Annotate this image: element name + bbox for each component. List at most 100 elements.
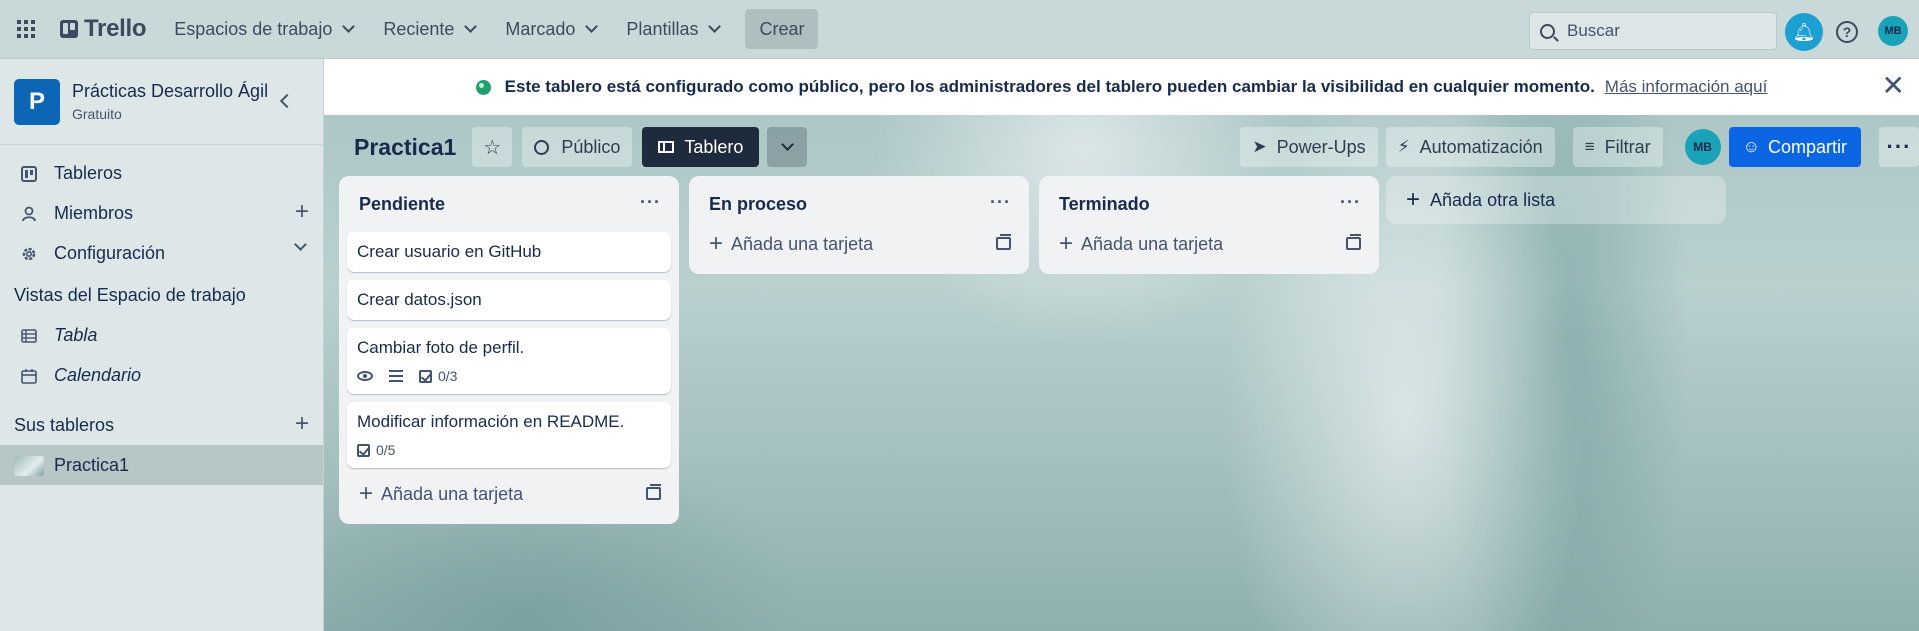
nav-starred[interactable]: Marcado xyxy=(493,9,608,49)
notifications-icon[interactable]: 🔔︎ xyxy=(1785,13,1823,51)
sidebar-item-label: Tableros xyxy=(54,162,123,183)
trello-logo[interactable]: Trello xyxy=(60,15,147,43)
nav-label: Espacios de trabajo xyxy=(174,18,333,39)
sidebar-item-label: Calendario xyxy=(54,364,142,385)
add-person-icon: ☺ xyxy=(1742,137,1760,156)
card-template-icon[interactable] xyxy=(1346,234,1361,250)
automation-button[interactable]: ⚡︎ Automatización xyxy=(1385,127,1555,167)
add-member-icon[interactable]: + xyxy=(295,200,309,224)
logo-text: Trello xyxy=(84,15,147,42)
calendar-icon xyxy=(21,369,37,384)
automation-label: Automatización xyxy=(1419,136,1543,157)
sidebar: P Prácticas Desarrollo Ágil Gratuito Tab… xyxy=(0,59,324,631)
list-menu-icon[interactable]: ··· xyxy=(1340,192,1361,213)
checklist-badge: 0/5 xyxy=(357,442,395,458)
view-switcher-button[interactable] xyxy=(767,127,808,167)
sidebar-item-table[interactable]: Tabla xyxy=(0,315,323,355)
list-title: Terminado xyxy=(1059,193,1150,214)
add-card-button[interactable]: + Añada una tarjeta xyxy=(697,224,1021,264)
chevron-down-icon xyxy=(781,138,794,151)
visibility-button[interactable]: Público xyxy=(522,127,633,167)
board-menu-button[interactable]: ··· xyxy=(1879,127,1919,167)
filter-label: Filtrar xyxy=(1604,136,1651,157)
workspace-plan: Gratuito xyxy=(72,106,122,122)
close-icon[interactable]: ✕ xyxy=(1882,72,1905,100)
plus-icon: + xyxy=(709,230,724,257)
lightning-icon: ⚡︎ xyxy=(1397,137,1410,156)
chevron-down-icon xyxy=(342,20,356,33)
card[interactable]: Cambiar foto de perfil. 0/3 xyxy=(347,328,671,394)
description-badge xyxy=(389,370,403,382)
card-template-icon[interactable] xyxy=(996,234,1011,250)
sidebar-item-calendar[interactable]: Calendario xyxy=(0,355,323,395)
checklist-icon xyxy=(419,369,432,383)
checklist-badge: 0/3 xyxy=(419,368,457,384)
nav-workspaces[interactable]: Espacios de trabajo xyxy=(162,9,365,49)
workspace-name[interactable]: Prácticas Desarrollo Ágil xyxy=(72,81,268,102)
board-canvas: Este tablero está configurado como públi… xyxy=(324,59,1919,631)
card-template-icon[interactable] xyxy=(646,484,661,500)
list-title: Pendiente xyxy=(359,193,446,214)
plus-icon: + xyxy=(359,480,374,507)
card[interactable]: Modificar información en README. 0/5 xyxy=(347,402,671,468)
list-menu-icon[interactable]: ··· xyxy=(640,192,661,213)
person-icon xyxy=(22,206,36,222)
sidebar-item-label: Miembros xyxy=(54,202,134,223)
nav-templates[interactable]: Plantillas xyxy=(614,9,731,49)
add-list-button[interactable]: + Añada otra lista xyxy=(1386,176,1726,224)
list-header[interactable]: En proceso ··· xyxy=(697,184,1021,224)
chevron-down-icon xyxy=(585,20,599,33)
your-boards-heading: Sus tableros + xyxy=(0,405,323,445)
sidebar-item-label: Tabla xyxy=(54,324,98,345)
user-avatar[interactable]: MB xyxy=(1878,16,1908,46)
nav-label: Marcado xyxy=(505,18,576,39)
board-title[interactable]: Practica1 xyxy=(354,134,456,161)
add-card-button[interactable]: + Añada una tarjeta xyxy=(347,474,671,514)
list-header[interactable]: Terminado ··· xyxy=(1047,184,1371,224)
sidebar-item-boards[interactable]: Tableros xyxy=(0,153,323,193)
view-tab-board[interactable]: Tablero xyxy=(642,127,760,167)
gear-icon xyxy=(22,247,36,261)
more-icon: ··· xyxy=(1886,134,1912,159)
card[interactable]: Crear datos.json xyxy=(347,280,671,320)
more-info-link[interactable]: Más información aquí xyxy=(1605,77,1768,97)
add-board-icon[interactable]: + xyxy=(295,412,309,436)
section-title: Sus tableros xyxy=(14,414,115,435)
board-member-avatar[interactable]: MB xyxy=(1684,129,1721,165)
search-icon xyxy=(1540,23,1555,39)
nav-label: Plantillas xyxy=(626,18,699,39)
powerups-button[interactable]: ➤ Power-Ups xyxy=(1240,127,1378,167)
search-input[interactable]: Buscar xyxy=(1529,12,1777,50)
card[interactable]: Crear usuario en GitHub xyxy=(347,232,671,272)
add-card-label: Añada una tarjeta xyxy=(731,233,874,254)
section-title: Vistas del Espacio de trabajo xyxy=(14,284,246,305)
list-menu-icon[interactable]: ··· xyxy=(990,192,1011,213)
filter-button[interactable]: ≡ Filtrar xyxy=(1572,127,1663,167)
trello-logo-icon xyxy=(60,20,78,38)
add-card-label: Añada una tarjeta xyxy=(1081,233,1224,254)
help-icon[interactable]: ? xyxy=(1836,21,1858,43)
view-tab-label: Tablero xyxy=(684,136,744,157)
list-header[interactable]: Pendiente ··· xyxy=(347,184,671,224)
rocket-icon: ➤ xyxy=(1252,137,1267,156)
list-terminado: Terminado ··· + Añada una tarjeta xyxy=(1039,176,1379,274)
collapse-sidebar-icon[interactable] xyxy=(279,93,295,109)
board-thumbnail xyxy=(14,456,44,476)
sidebar-board-practica1[interactable]: Practica1 xyxy=(0,445,323,485)
sidebar-item-settings[interactable]: Configuración xyxy=(0,233,323,273)
globe-icon xyxy=(475,79,491,95)
sidebar-item-members[interactable]: Miembros + xyxy=(0,193,323,233)
share-button[interactable]: ☺ Compartir xyxy=(1728,127,1861,167)
sidebar-item-label: Configuración xyxy=(54,242,166,263)
create-button[interactable]: Crear xyxy=(745,9,819,49)
plus-icon: + xyxy=(1406,186,1421,213)
card-badges: 0/5 xyxy=(357,442,661,458)
add-card-button[interactable]: + Añada una tarjeta xyxy=(1047,224,1371,264)
list-title: En proceso xyxy=(709,193,808,214)
app-switcher-icon[interactable] xyxy=(10,13,42,45)
star-button[interactable]: ☆ xyxy=(472,127,513,167)
list-en-proceso: En proceso ··· + Añada una tarjeta xyxy=(689,176,1029,274)
chevron-down-icon[interactable] xyxy=(294,238,307,251)
nav-recent[interactable]: Reciente xyxy=(371,9,487,49)
share-label: Compartir xyxy=(1767,136,1847,157)
